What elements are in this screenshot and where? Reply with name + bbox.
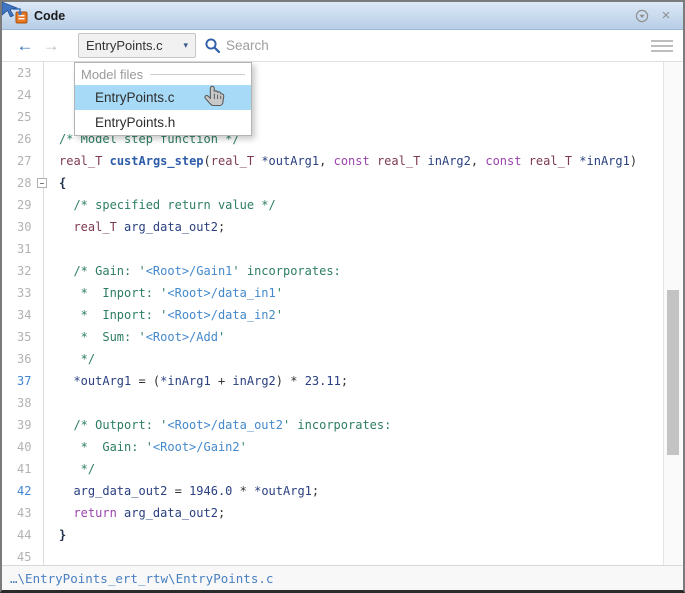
code-text[interactable]: * Sum: '<Root>/Add' xyxy=(43,326,226,348)
code-line: 35 * Sum: '<Root>/Add' xyxy=(2,326,683,348)
code-line: 27 real_T custArgs_step(real_T *outArg1, … xyxy=(2,150,683,172)
code-line: 31 xyxy=(2,238,683,260)
file-selector-dropdown[interactable]: EntryPoints.c ▾ xyxy=(78,33,196,58)
file-path[interactable]: …\EntryPoints_ert_rtw\EntryPoints.c xyxy=(10,571,273,586)
code-text[interactable]: real_T custArgs_step(real_T *outArg1, co… xyxy=(43,150,637,172)
file-dropdown-menu: Model files EntryPoints.c EntryPoints.h xyxy=(74,62,252,136)
search-icon[interactable] xyxy=(204,37,221,54)
fold-collapse-icon[interactable] xyxy=(37,178,47,188)
code-text[interactable]: */ xyxy=(43,348,95,370)
code-line: 36 */ xyxy=(2,348,683,370)
line-number: 27 xyxy=(17,154,32,168)
code-panel-window: Code × ← → EntryPoints.c ▾ Search 23 24 … xyxy=(0,0,685,593)
panel-title: Code xyxy=(34,8,66,23)
code-line: 39 /* Outport: '<Root>/data_out2' incorp… xyxy=(2,414,683,436)
dropdown-group-header: Model files xyxy=(75,63,251,85)
vertical-scrollbar[interactable] xyxy=(663,62,682,565)
code-text[interactable]: arg_data_out2 = 1946.0 * *outArg1; xyxy=(43,480,319,502)
line-number: 39 xyxy=(17,418,32,432)
line-number: 43 xyxy=(17,506,32,520)
code-text[interactable]: return arg_data_out2; xyxy=(43,502,225,524)
code-line: 40 * Gain: '<Root>/Gain2' xyxy=(2,436,683,458)
code-text[interactable]: real_T arg_data_out2; xyxy=(43,216,225,238)
hand-cursor-icon xyxy=(204,85,225,107)
line-number: 42 xyxy=(17,484,32,498)
line-number: 38 xyxy=(17,396,32,410)
code-line: 38 xyxy=(2,392,683,414)
line-number: 34 xyxy=(17,308,32,322)
statusbar: …\EntryPoints_ert_rtw\EntryPoints.c xyxy=(2,565,683,590)
code-text[interactable]: /* Outport: '<Root>/data_out2' incorpora… xyxy=(43,414,391,436)
forward-arrow-icon[interactable]: → xyxy=(38,37,64,54)
mouse-cursor-arrow xyxy=(2,2,18,17)
line-number: 32 xyxy=(17,264,32,278)
line-number: 35 xyxy=(17,330,32,344)
code-text[interactable]: /* Gain: '<Root>/Gain1' incorporates: xyxy=(43,260,340,282)
code-line: 33 * Inport: '<Root>/data_in1' xyxy=(2,282,683,304)
line-number: 40 xyxy=(17,440,32,454)
code-line: 37 *outArg1 = (*inArg1 + inArg2) * 23.11… xyxy=(2,370,683,392)
back-arrow-icon[interactable]: ← xyxy=(12,37,38,54)
code-text[interactable]: * Gain: '<Root>/Gain2' xyxy=(43,436,247,458)
file-selector-value: EntryPoints.c xyxy=(86,38,163,53)
code-text[interactable]: *outArg1 = (*inArg1 + inArg2) * 23.11; xyxy=(43,370,348,392)
titlebar: Code × xyxy=(2,2,683,30)
chevron-down-icon: ▾ xyxy=(183,40,188,50)
hamburger-menu-icon[interactable] xyxy=(651,37,673,55)
code-text[interactable]: } xyxy=(43,524,66,546)
code-lines: 23 24 25 26/* Model step function */27 real_… xyxy=(2,62,683,565)
line-number: 44 xyxy=(17,528,32,542)
line-number: 30 xyxy=(17,220,32,234)
line-number: 23 xyxy=(17,66,32,80)
line-number: 31 xyxy=(17,242,32,256)
code-text[interactable] xyxy=(43,62,59,84)
line-number: 26 xyxy=(17,132,32,146)
line-number: 25 xyxy=(17,110,32,124)
code-text[interactable] xyxy=(43,392,59,414)
line-number: 36 xyxy=(17,352,32,366)
dropdown-group-label: Model files xyxy=(81,66,144,82)
code-editor: 23 24 25 26/* Model step function */27 real_… xyxy=(2,62,683,565)
dropdown-item-EntryPoints.h[interactable]: EntryPoints.h xyxy=(75,110,251,135)
line-number: 41 xyxy=(17,462,32,476)
code-text[interactable] xyxy=(43,546,59,565)
toolbar: ← → EntryPoints.c ▾ xyxy=(2,30,683,62)
code-line: 34 * Inport: '<Root>/data_in2' xyxy=(2,304,683,326)
line-number: 45 xyxy=(17,550,32,564)
code-line: 45 xyxy=(2,546,683,565)
scrollbar-thumb[interactable] xyxy=(667,290,679,455)
code-line: 30 real_T arg_data_out2; xyxy=(2,216,683,238)
search-input[interactable] xyxy=(226,38,376,53)
code-line: 29 /* specified return value */ xyxy=(2,194,683,216)
code-line: 42 arg_data_out2 = 1946.0 * *outArg1; xyxy=(2,480,683,502)
code-line: 28{ xyxy=(2,172,683,194)
line-number: 33 xyxy=(17,286,32,300)
code-text[interactable] xyxy=(43,84,59,106)
code-text[interactable]: */ xyxy=(43,458,95,480)
code-text[interactable]: * Inport: '<Root>/data_in1' xyxy=(43,282,283,304)
line-number: 37 xyxy=(17,374,32,388)
code-text[interactable] xyxy=(43,238,59,260)
code-text[interactable] xyxy=(43,106,59,128)
code-line: 44} xyxy=(2,524,683,546)
code-line: 41 */ xyxy=(2,458,683,480)
dropdown-header-rule xyxy=(150,73,245,75)
line-number: 29 xyxy=(17,198,32,212)
code-line: 43 return arg_data_out2; xyxy=(2,502,683,524)
code-text[interactable]: /* specified return value */ xyxy=(43,194,275,216)
code-line: 32 /* Gain: '<Root>/Gain1' incorporates: xyxy=(2,260,683,282)
line-number: 24 xyxy=(17,88,32,102)
dock-menu-icon[interactable] xyxy=(633,7,651,25)
close-icon[interactable]: × xyxy=(657,7,675,25)
code-text[interactable]: * Inport: '<Root>/data_in2' xyxy=(43,304,283,326)
